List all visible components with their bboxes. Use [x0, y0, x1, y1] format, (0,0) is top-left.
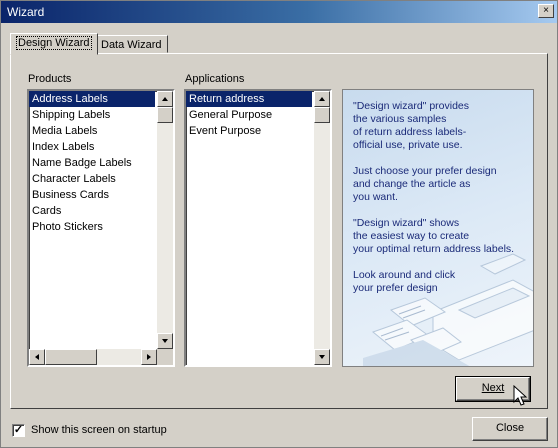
products-label: Products [28, 73, 72, 85]
applications-label: Applications [185, 73, 245, 85]
products-list-item[interactable]: Address Labels [29, 91, 155, 107]
products-vscrollbar[interactable] [157, 91, 173, 349]
tab-data-wizard[interactable]: Data Wizard [95, 35, 168, 53]
label-printer-illustration [363, 253, 533, 366]
tab-design-wizard[interactable]: Design Wizard [10, 33, 98, 55]
checkmark-icon: ✓ [13, 424, 24, 436]
products-list-item[interactable]: Cards [29, 203, 155, 219]
products-list[interactable]: Address Labels Shipping Labels Media Label… [27, 89, 175, 367]
products-scroll-down-button[interactable] [157, 333, 173, 349]
products-items: Address Labels Shipping Labels Media Label… [29, 91, 173, 235]
applications-list[interactable]: Return address General Purpose Event Purpo… [184, 89, 332, 367]
products-hscroll-thumb[interactable] [45, 349, 97, 365]
applications-scroll-up-button[interactable] [314, 91, 330, 107]
products-hscrollbar[interactable] [29, 349, 157, 365]
info-paragraph: Just choose your prefer design and chang… [353, 165, 497, 203]
products-size-grip [157, 349, 173, 365]
close-button-label: Close [495, 422, 525, 434]
window-title: Wizard [7, 5, 45, 19]
applications-list-item[interactable]: General Purpose [186, 107, 312, 123]
products-vscroll-thumb[interactable] [157, 107, 173, 123]
scroll-up-icon [162, 97, 168, 101]
products-list-item[interactable]: Business Cards [29, 187, 155, 203]
products-scroll-left-button[interactable] [29, 349, 45, 365]
applications-scroll-down-button[interactable] [314, 349, 330, 365]
scroll-right-icon [147, 354, 151, 360]
tab-design-wizard-label: Design Wizard [16, 36, 92, 50]
products-scroll-up-button[interactable] [157, 91, 173, 107]
info-paragraph: "Design wizard" provides the various sam… [353, 100, 470, 151]
mouse-pointer-icon [513, 385, 528, 406]
title-bar[interactable]: Wizard × [1, 1, 557, 23]
applications-items: Return address General Purpose Event Purpo… [186, 91, 330, 139]
applications-list-item[interactable]: Return address [186, 91, 312, 107]
show-on-startup-checkbox[interactable]: ✓ [12, 424, 25, 437]
wizard-window: Wizard × Design Wizard Data Wizard Produ… [0, 0, 558, 448]
applications-vscroll-thumb[interactable] [314, 107, 330, 123]
close-button[interactable]: Close [472, 417, 548, 441]
products-list-item[interactable]: Index Labels [29, 139, 155, 155]
products-list-item[interactable]: Name Badge Labels [29, 155, 155, 171]
applications-list-item[interactable]: Event Purpose [186, 123, 312, 139]
close-icon: × [543, 5, 549, 16]
scroll-up-icon [319, 97, 325, 101]
products-list-item[interactable]: Media Labels [29, 123, 155, 139]
scroll-left-icon [35, 354, 39, 360]
next-button-label: Next [481, 382, 505, 394]
products-list-item[interactable]: Shipping Labels [29, 107, 155, 123]
show-on-startup-label: Show this screen on startup [31, 424, 167, 436]
scroll-down-icon [162, 339, 168, 343]
title-close-button[interactable]: × [538, 4, 554, 18]
scroll-down-icon [319, 355, 325, 359]
products-scroll-right-button[interactable] [141, 349, 157, 365]
products-list-item[interactable]: Character Labels [29, 171, 155, 187]
tab-data-wizard-label: Data Wizard [101, 39, 162, 51]
products-list-item[interactable]: Photo Stickers [29, 219, 155, 235]
design-wizard-info-panel: "Design wizard" provides the various sam… [342, 89, 534, 367]
applications-vscrollbar[interactable] [314, 91, 330, 365]
